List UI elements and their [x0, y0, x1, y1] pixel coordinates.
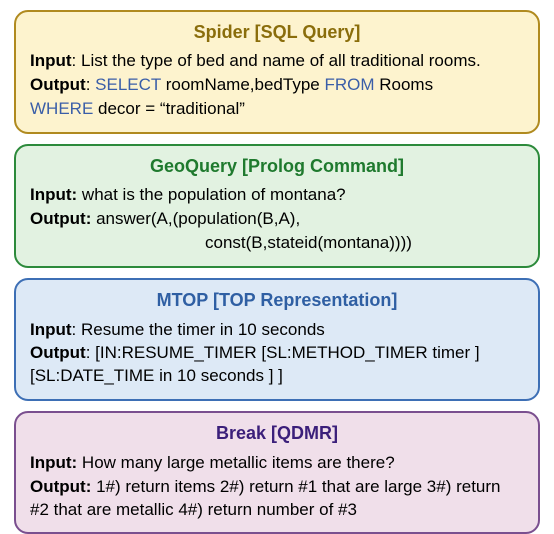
mtop-input-line: Input: Resume the timer in 10 seconds	[30, 319, 524, 342]
input-label: Input:	[30, 453, 77, 472]
sql-from-tbl: Rooms	[375, 75, 434, 94]
break-output-line: Output: 1#) return items 2#) return #1 t…	[30, 476, 524, 522]
input-label: Input:	[30, 185, 77, 204]
output-text-2: const(B,stateid(montana))))	[205, 233, 412, 252]
sql-where-clause: decor = “traditional”	[93, 99, 245, 118]
mtop-output-line: Output: [IN:RESUME_TIMER [SL:METHOD_TIME…	[30, 342, 524, 388]
output-text: : [IN:RESUME_TIMER [SL:METHOD_TIMER time…	[30, 343, 480, 385]
card-mtop: MTOP [TOP Representation] Input: Resume …	[14, 278, 540, 401]
geoquery-output-line1: Output: answer(A,(population(B,A),	[30, 208, 524, 231]
output-label: Output:	[30, 209, 91, 228]
input-label: Input	[30, 51, 72, 70]
output-text: 1#) return items 2#) return #1 that are …	[30, 477, 501, 519]
card-title-break: Break [QDMR]	[30, 421, 524, 445]
card-break: Break [QDMR] Input: How many large metal…	[14, 411, 540, 534]
spider-input-line: Input: List the type of bed and name of …	[30, 50, 524, 73]
output-label: Output	[30, 75, 86, 94]
card-title-spider: Spider [SQL Query]	[30, 20, 524, 44]
output-label: Output	[30, 343, 86, 362]
output-prefix: :	[86, 75, 95, 94]
sql-from-kw: FROM	[324, 75, 374, 94]
card-spider: Spider [SQL Query] Input: List the type …	[14, 10, 540, 134]
sql-select-kw: SELECT	[95, 75, 161, 94]
sql-where-kw: WHERE	[30, 99, 93, 118]
sql-select-cols: roomName,bedType	[161, 75, 324, 94]
spider-output-line2: WHERE decor = “traditional”	[30, 98, 524, 121]
card-title-mtop: MTOP [TOP Representation]	[30, 288, 524, 312]
output-text-1: answer(A,(population(B,A),	[91, 209, 300, 228]
output-label: Output:	[30, 477, 91, 496]
spider-output-line1: Output: SELECT roomName,bedType FROM Roo…	[30, 74, 524, 97]
break-input-line: Input: How many large metallic items are…	[30, 452, 524, 475]
input-label: Input	[30, 320, 72, 339]
geoquery-input-line: Input: what is the population of montana…	[30, 184, 524, 207]
card-title-geoquery: GeoQuery [Prolog Command]	[30, 154, 524, 178]
input-text: How many large metallic items are there?	[77, 453, 394, 472]
input-text: what is the population of montana?	[77, 185, 345, 204]
card-geoquery: GeoQuery [Prolog Command] Input: what is…	[14, 144, 540, 268]
geoquery-output-line2: const(B,stateid(montana))))	[30, 232, 524, 255]
input-text: : Resume the timer in 10 seconds	[72, 320, 325, 339]
input-text: : List the type of bed and name of all t…	[72, 51, 481, 70]
